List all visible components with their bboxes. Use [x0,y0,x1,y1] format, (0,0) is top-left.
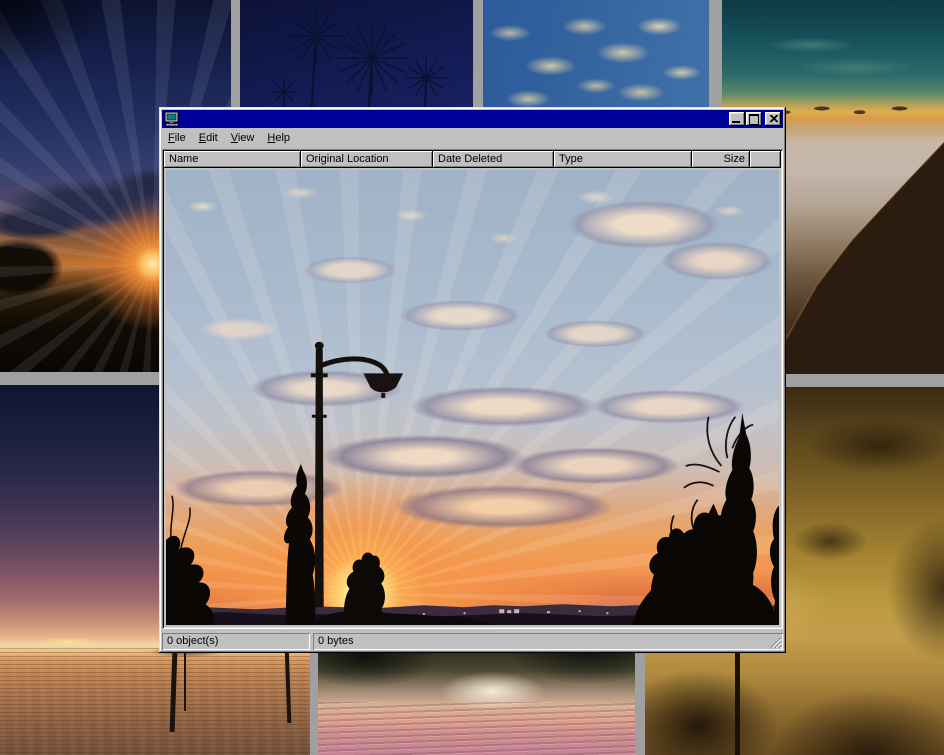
status-size: 0 bytes [313,633,783,650]
menu-view[interactable]: View [225,130,262,147]
column-header-row: Name Original Location Date Deleted Type… [164,151,781,168]
close-button[interactable] [765,112,781,126]
column-header-filler [750,151,781,168]
computer-icon [164,111,180,127]
dark-pole [735,637,740,755]
status-object-count: 0 object(s) [162,633,310,650]
water-ripples [0,648,310,755]
recycle-bin-window: File Edit View Help Name Original Locati… [159,107,786,653]
menu-bar: File Edit View Help [162,129,783,148]
status-bar: 0 object(s) 0 bytes [162,631,783,650]
column-header-original-location[interactable]: Original Location [301,151,433,168]
resize-grip[interactable] [769,636,782,649]
water-pole [184,653,186,711]
menu-file[interactable]: File [162,130,193,147]
column-header-type[interactable]: Type [554,151,692,168]
maximize-icon [749,114,759,125]
column-header-name[interactable]: Name [164,151,301,168]
menu-edit[interactable]: Edit [193,130,225,147]
close-icon [769,115,778,123]
column-header-date-deleted[interactable]: Date Deleted [433,151,554,168]
minimize-icon [732,121,740,123]
menu-help[interactable]: Help [261,130,297,147]
sunset-lamp-photo [166,170,779,625]
reflection-ripples [318,702,635,755]
column-header-size[interactable]: Size [692,151,750,168]
maximize-button[interactable] [746,112,762,126]
page: File Edit View Help Name Original Locati… [0,0,944,755]
file-list-view: Name Original Location Date Deleted Type… [162,149,783,629]
photo-silhouettes [166,170,779,625]
minimize-button[interactable] [729,112,745,126]
window-titlebar[interactable] [162,110,783,128]
